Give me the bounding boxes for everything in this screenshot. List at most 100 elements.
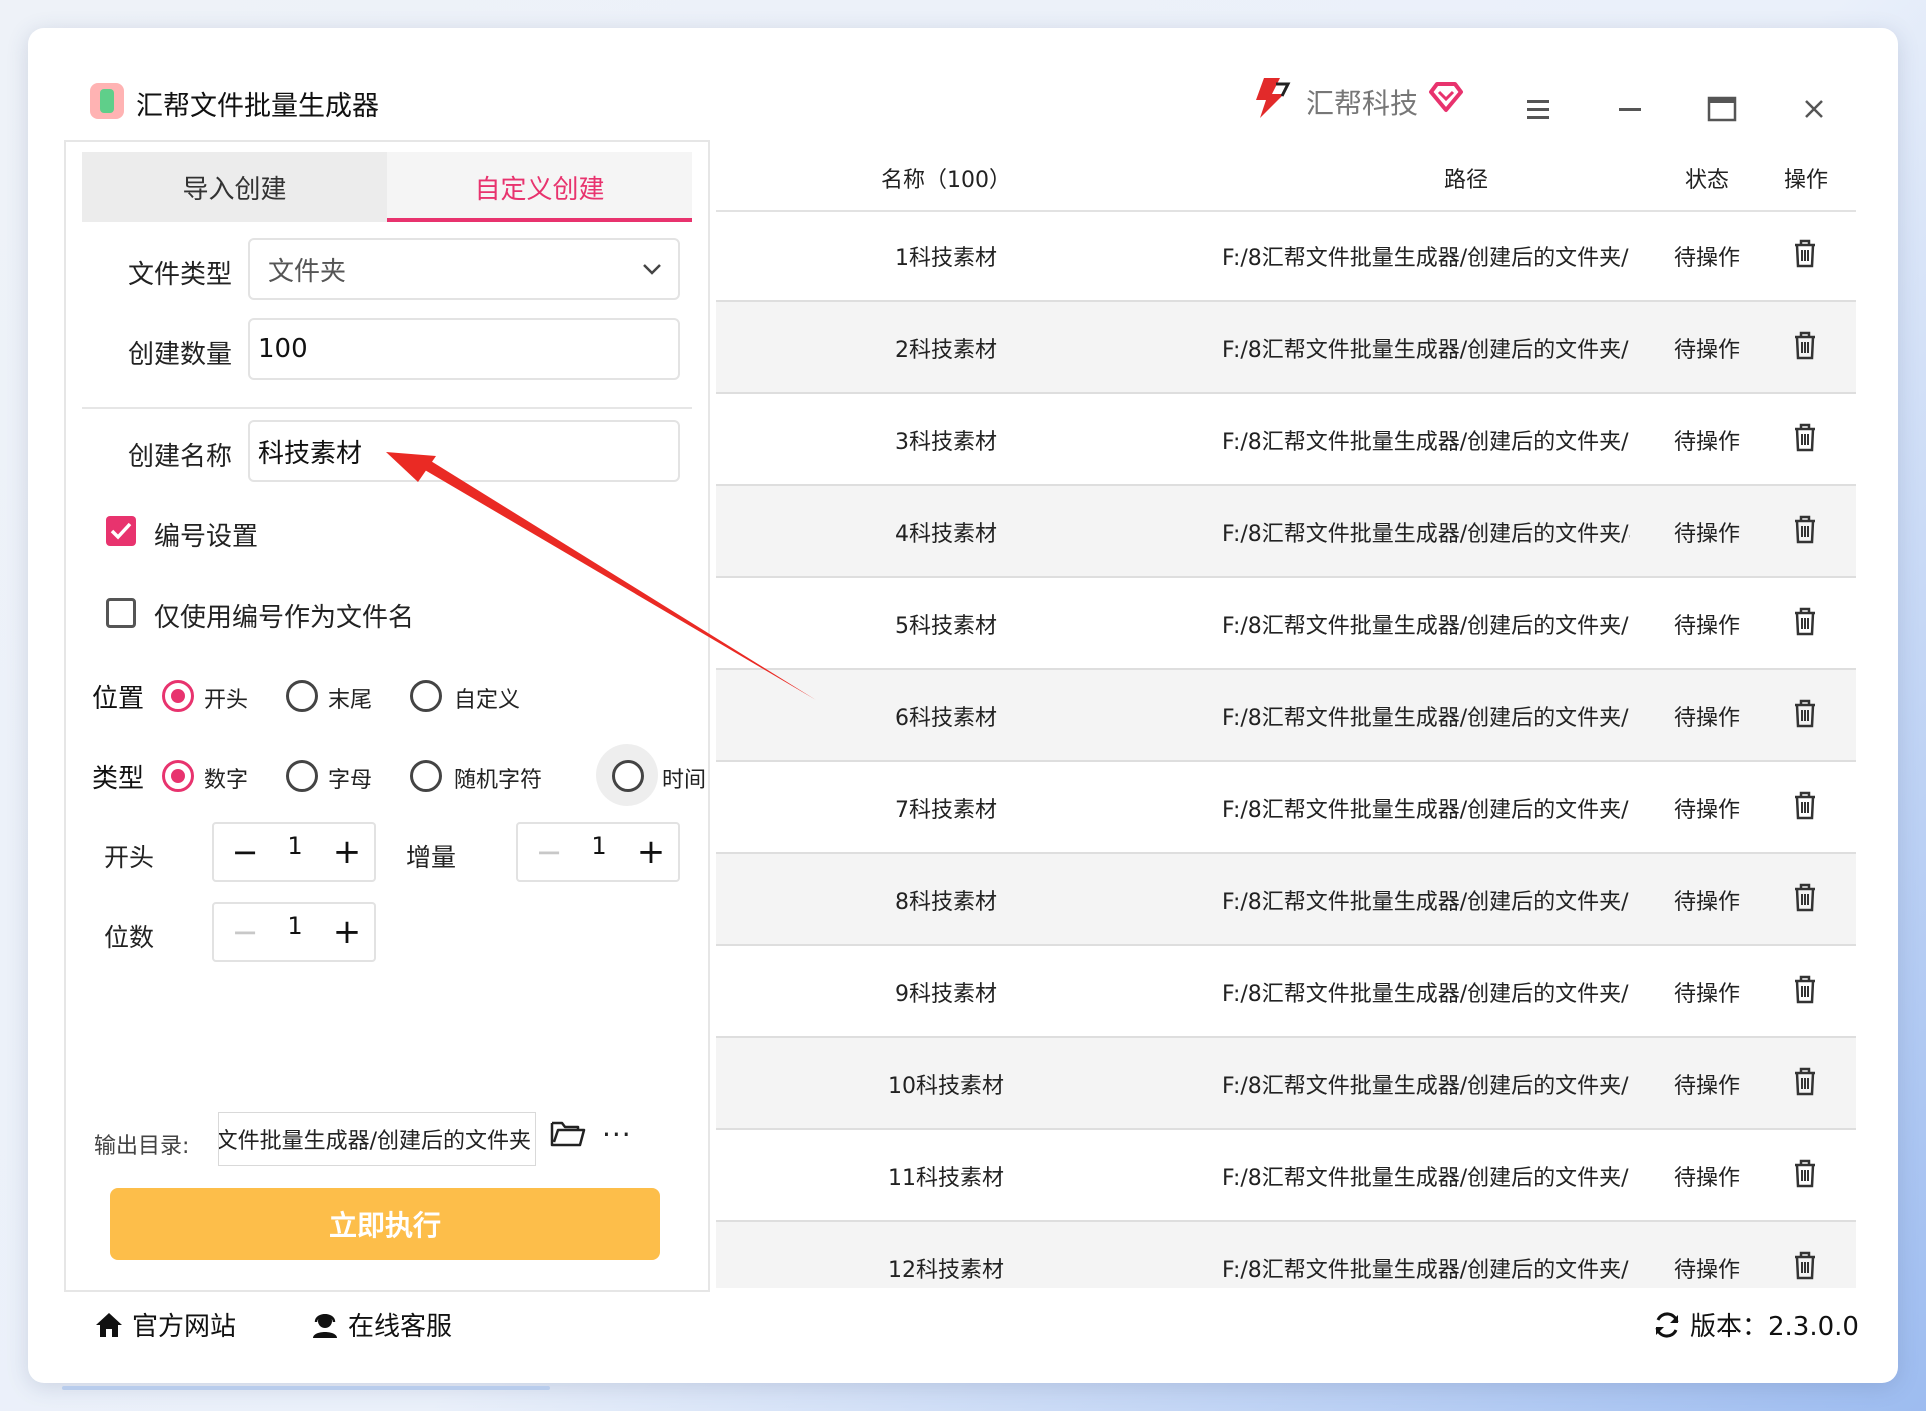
delete-row-button[interactable] bbox=[1792, 422, 1822, 454]
table-row[interactable]: 1科技素材 F:/8汇帮文件批量生成器/创建后的文件夹/待操作 bbox=[716, 210, 1856, 302]
row-state: 待操作 bbox=[1673, 338, 1740, 363]
table-row[interactable]: 7科技素材 F:/8汇帮文件批量生成器/创建后的文件夹/待操作 bbox=[716, 762, 1856, 854]
radio-position-start[interactable] bbox=[162, 680, 194, 712]
name-input[interactable]: 科技素材 bbox=[248, 420, 680, 482]
radio-type-letter[interactable] bbox=[286, 760, 318, 792]
row-state: 待操作 bbox=[1673, 1166, 1740, 1191]
row-name: 12科技素材 bbox=[888, 1258, 1004, 1283]
table-row[interactable]: 4科技素材 F:/8汇帮文件批量生成器/创建后的文件夹/4 待操作 bbox=[716, 486, 1856, 578]
file-type-value: 文件夹 bbox=[268, 256, 347, 287]
checkmark-icon bbox=[110, 522, 132, 540]
app-logo-icon bbox=[90, 83, 124, 119]
table-row[interactable]: 8科技素材 F:/8汇帮文件批量生成器/创建后的文件夹/8 待操作 bbox=[716, 854, 1856, 946]
trash-icon bbox=[1795, 883, 1815, 912]
website-label: 官方网站 bbox=[132, 1312, 237, 1342]
footer-bar: 官方网站 在线客服 版本：2.3.0.0 bbox=[64, 1288, 1864, 1354]
step-decrement-button[interactable]: − bbox=[534, 824, 564, 880]
minimize-button[interactable] bbox=[1610, 90, 1650, 128]
name-label: 创建名称 bbox=[128, 442, 233, 472]
radio-type-time-label: 时间 bbox=[662, 768, 707, 793]
file-table: 名称（100） 路径 状态 操作 1科技素材 F:/8汇帮文件批量生成器/创建后的… bbox=[716, 140, 1866, 1288]
digits-decrement-button[interactable]: − bbox=[230, 904, 260, 960]
row-name: 3科技素材 bbox=[895, 430, 997, 455]
table-row[interactable]: 3科技素材 F:/8汇帮文件批量生成器/创建后的文件夹/3 待操作 bbox=[716, 394, 1856, 486]
trash-icon bbox=[1795, 423, 1815, 452]
row-state: 待操作 bbox=[1673, 890, 1740, 915]
start-value[interactable]: 1 bbox=[270, 832, 320, 860]
maximize-button[interactable] bbox=[1702, 90, 1742, 128]
more-options-button[interactable]: ··· bbox=[602, 1118, 632, 1151]
version-info[interactable]: 版本：2.3.0.0 bbox=[1652, 1306, 1859, 1343]
website-link[interactable]: 官方网站 bbox=[94, 1306, 236, 1343]
trash-icon bbox=[1795, 331, 1815, 360]
radio-type-number[interactable] bbox=[162, 760, 194, 792]
table-header: 名称（100） 路径 状态 操作 bbox=[716, 140, 1856, 212]
digits-stepper[interactable]: − 1 + bbox=[212, 902, 376, 962]
delete-row-button[interactable] bbox=[1792, 1066, 1822, 1098]
row-state: 待操作 bbox=[1673, 614, 1740, 639]
row-path: F:/8汇帮文件批量生成器/创建后的文件夹/ bbox=[1222, 1258, 1629, 1283]
output-dir-label: 输出目录: bbox=[94, 1134, 190, 1159]
trash-icon bbox=[1795, 699, 1815, 728]
delete-row-button[interactable] bbox=[1792, 1158, 1822, 1190]
trash-icon bbox=[1795, 1067, 1815, 1096]
digits-value[interactable]: 1 bbox=[270, 912, 320, 940]
row-state: 待操作 bbox=[1673, 1258, 1740, 1283]
table-row[interactable]: 10科技素材 F:/8汇帮文件批量生成器/创建后的文件夹/待操作 bbox=[716, 1038, 1856, 1130]
row-name: 2科技素材 bbox=[895, 338, 997, 363]
menu-button[interactable] bbox=[1518, 90, 1558, 128]
delete-row-button[interactable] bbox=[1792, 698, 1822, 730]
start-increment-button[interactable]: + bbox=[330, 824, 364, 880]
row-name: 10科技素材 bbox=[888, 1074, 1004, 1099]
row-path: F:/8汇帮文件批量生成器/创建后的文件夹/3 bbox=[1222, 430, 1630, 455]
file-type-select[interactable]: 文件夹 bbox=[248, 238, 680, 300]
row-name: 11科技素材 bbox=[888, 1166, 1004, 1191]
table-row[interactable]: 9科技素材 F:/8汇帮文件批量生成器/创建后的文件夹/9 待操作 bbox=[716, 946, 1856, 1038]
minimize-icon bbox=[1619, 108, 1641, 111]
output-dir-input[interactable]: 帮文件批量生成器/创建后的文件夹 bbox=[218, 1112, 536, 1166]
delete-row-button[interactable] bbox=[1792, 606, 1822, 638]
close-button[interactable] bbox=[1794, 90, 1834, 128]
radio-type-number-label: 数字 bbox=[204, 768, 249, 793]
step-stepper[interactable]: − 1 + bbox=[516, 822, 680, 882]
only-number-checkbox[interactable] bbox=[106, 598, 136, 628]
table-row[interactable]: 6科技素材 F:/8汇帮文件批量生成器/创建后的文件夹/6 待操作 bbox=[716, 670, 1856, 762]
row-path: F:/8汇帮文件批量生成器/创建后的文件夹/ bbox=[1222, 1074, 1629, 1099]
execute-button[interactable]: 立即执行 bbox=[110, 1188, 660, 1260]
table-row[interactable]: 11科技素材 F:/8汇帮文件批量生成器/创建后的文件夹/待操作 bbox=[716, 1130, 1856, 1222]
digits-increment-button[interactable]: + bbox=[330, 904, 364, 960]
radio-position-custom[interactable] bbox=[410, 680, 442, 712]
delete-row-button[interactable] bbox=[1792, 974, 1822, 1006]
radio-type-random-label: 随机字符 bbox=[454, 768, 543, 793]
radio-position-end[interactable] bbox=[286, 680, 318, 712]
delete-row-button[interactable] bbox=[1792, 882, 1822, 914]
brand-logo-icon bbox=[1256, 78, 1291, 118]
row-path: F:/8汇帮文件批量生成器/创建后的文件夹/5 bbox=[1222, 614, 1630, 639]
delete-row-button[interactable] bbox=[1792, 514, 1822, 546]
table-row[interactable]: 5科技素材 F:/8汇帮文件批量生成器/创建后的文件夹/5 待操作 bbox=[716, 578, 1856, 670]
step-increment-button[interactable]: + bbox=[634, 824, 668, 880]
brand-name: 汇帮科技 bbox=[1306, 87, 1419, 120]
table-row[interactable]: 12科技素材 F:/8汇帮文件批量生成器/创建后的文件夹/待操作 bbox=[716, 1222, 1856, 1288]
support-link[interactable]: 在线客服 bbox=[310, 1306, 452, 1343]
start-decrement-button[interactable]: − bbox=[230, 824, 260, 880]
step-value[interactable]: 1 bbox=[574, 832, 624, 860]
table-row[interactable]: 2科技素材 F:/8汇帮文件批量生成器/创建后的文件夹/2 待操作 bbox=[716, 302, 1856, 394]
radio-type-time[interactable] bbox=[612, 760, 644, 792]
numbering-checkbox[interactable] bbox=[106, 516, 136, 546]
app-window: 汇帮文件批量生成器 汇帮科技 导入创建 自定义创建 文件类型 文件夹 创建数量 … bbox=[28, 28, 1898, 1383]
folder-icon[interactable] bbox=[550, 1118, 586, 1148]
delete-row-button[interactable] bbox=[1792, 330, 1822, 362]
header-op: 操作 bbox=[1783, 168, 1828, 193]
tab-import[interactable]: 导入创建 bbox=[82, 152, 387, 222]
start-stepper[interactable]: − 1 + bbox=[212, 822, 376, 882]
delete-row-button[interactable] bbox=[1792, 1250, 1822, 1282]
only-number-label: 仅使用编号作为文件名 bbox=[154, 603, 415, 633]
tab-custom[interactable]: 自定义创建 bbox=[387, 152, 692, 222]
count-input[interactable]: 100 bbox=[248, 318, 680, 380]
trash-icon bbox=[1795, 515, 1815, 544]
delete-row-button[interactable] bbox=[1792, 790, 1822, 822]
title-bar: 汇帮文件批量生成器 汇帮科技 bbox=[28, 28, 1898, 138]
radio-type-random[interactable] bbox=[410, 760, 442, 792]
delete-row-button[interactable] bbox=[1792, 238, 1822, 270]
